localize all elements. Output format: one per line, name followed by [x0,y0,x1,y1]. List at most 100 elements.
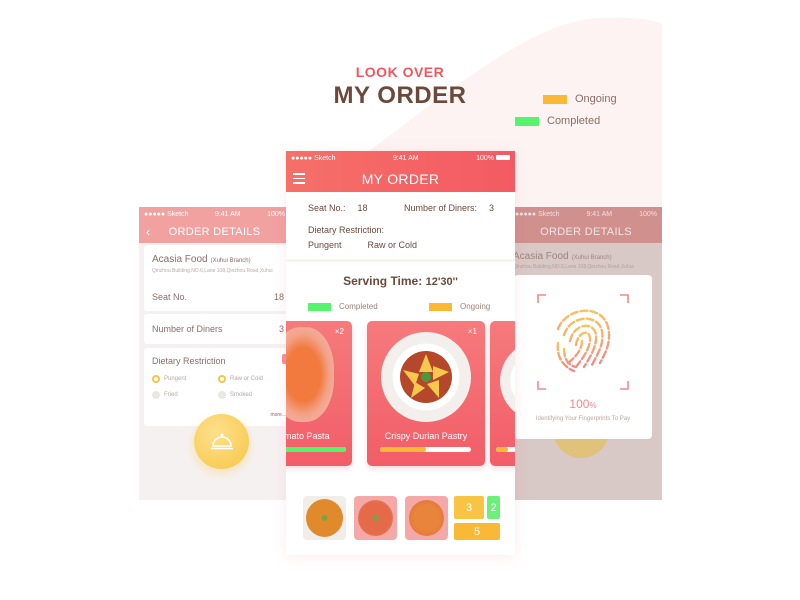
dish-thumbnail[interactable] [303,496,346,540]
dish-image [286,327,334,422]
option-pungent[interactable]: Pungent [152,375,218,383]
battery-indicator: 100% [476,155,510,162]
clock-label: 9:41 AM [586,210,613,218]
seat-label: Seat No.: [308,203,346,213]
order-details-screen: ●●●●● Sketch 9:41 AM 100% ‹ ORDER DETAIL… [139,207,290,500]
legend-completed: Completed [308,302,378,311]
legend-ongoing: Ongoing [429,302,490,311]
restaurant-branch: (Xuhui Branch) [571,255,612,261]
seat-label: Seat No. [152,292,188,302]
option-smoked[interactable]: Smoked [218,391,284,399]
completed-swatch [515,116,539,126]
radio-selected-icon [152,375,160,383]
diners-value: 3 [489,203,495,213]
summary-tile-completed[interactable]: 2 [487,496,500,519]
radio-empty-icon [218,391,226,399]
dish-card-crispy-durian-pastry[interactable]: ×1 Crispy Durian Pastry [367,321,485,466]
option-label: Fried [164,392,178,398]
serving-time-value: 12'30'' [425,276,458,288]
legend-label: Ongoing [460,302,491,311]
legend-completed-label: Completed [547,115,601,127]
seat-row: Seat No. 18 [144,283,290,311]
payment-screen: ●●●●● Sketch 9:41 AM 100% ORDER DETAILS … [510,207,662,500]
dish-progress [286,447,346,452]
option-label: Smoked [230,392,253,398]
diners-label: Number of Diners: [404,203,478,213]
cloche-icon [210,433,233,449]
dietary-label: Dietary Restriction [152,356,226,366]
clock-label: 9:41 AM [214,210,241,218]
ongoing-swatch [429,302,452,311]
dish-image [500,341,515,421]
seat-value: 18 [357,203,368,213]
battery-label: 100% [639,210,657,218]
status-bar: ●●●●● Sketch 9:41 AM 100% [286,151,515,165]
dish-name: Crispy Durian Pastry [384,431,468,441]
restaurant-address: Qinzhou Building,NO.6,Lane 108,Qinzhou R… [152,268,273,274]
radio-selected-icon [218,375,226,383]
dish-progress-fill [380,447,426,452]
dish-card-next[interactable] [490,321,515,466]
summary-tile-total-ongoing[interactable]: 3 [454,496,484,519]
option-raw-or-cold[interactable]: Raw or Cold [218,375,284,383]
fingerprint-icon[interactable] [536,293,630,393]
call-waiter-button[interactable] [194,414,249,469]
battery-label: 100% [267,210,285,218]
nav-title: MY ORDER [361,170,440,187]
summary-tile-total[interactable]: 5 [454,523,500,540]
dish-thumbnail[interactable] [405,496,448,540]
restaurant-name: Acasia Food [513,251,569,262]
order-summary-tiles: 3 2 5 [454,496,500,540]
dish-progress-fill [496,447,508,452]
dietary-value: Pungent [308,240,342,250]
hero-subtitle: LOOK OVER [355,64,445,80]
dish-name: mato Pasta [286,431,330,441]
diners-row: Number of Diners 3 [144,314,290,344]
carrier-label: ●●●●● Sketch [291,154,336,162]
diners-label: Number of Diners [152,324,223,334]
dish-card-tomato-pasta[interactable]: ×2 mato Pasta [286,321,352,466]
dish-progress [496,447,515,452]
legend-label: Completed [339,302,378,311]
fingerprint-message: Identifying Your Fingerprints To Pay [535,416,631,422]
carrier-label: ●●●●● Sketch [515,210,560,218]
legend-ongoing-label: Ongoing [575,93,617,105]
dish-image [381,332,471,422]
status-bar: ●●●●● Sketch 9:41 AM 100% [139,207,290,221]
legend-ongoing: Ongoing [543,93,617,105]
dish-thumbnail[interactable] [354,496,397,540]
more-link[interactable]: more... [270,412,286,418]
nav-bar: ‹ ORDER DETAILS [139,221,290,243]
hero-heading: LOOK OVER MY ORDER [300,64,500,110]
showcase-canvas: LOOK OVER MY ORDER Ongoing Completed ●●●… [0,0,800,600]
fingerprint-percent: 100% [569,397,597,411]
completed-swatch [308,302,331,311]
diners-value: 3 [278,324,284,334]
radio-empty-icon [152,391,160,399]
serving-label: Serving Time: [343,274,423,288]
dish-qty: ×2 [334,327,344,336]
status-bar: ●●●●● Sketch 9:41 AM 100% [510,207,662,221]
nav-title: ORDER DETAILS [168,226,261,238]
option-label: Raw or Cold [230,376,264,382]
ongoing-swatch [543,94,567,104]
serving-time: Serving Time: 12'30'' [286,274,515,288]
my-order-screen: ●●●●● Sketch 9:41 AM 100% MY ORDER Seat … [286,151,515,555]
ordered-dish-thumbnails [303,496,448,540]
menu-icon[interactable] [286,173,310,184]
dietary-label: Dietary Restriction: [308,225,385,235]
battery-icon [496,155,510,161]
legend-completed: Completed [515,115,600,127]
back-icon[interactable]: ‹ [139,225,157,239]
dish-progress-fill [286,447,346,452]
carrier-label: ●●●●● Sketch [144,210,189,218]
restaurant-address: Qinzhou Building,NO.6,Lane 108,Qinzhou R… [513,264,634,270]
hero-title: MY ORDER [333,82,467,109]
dish-qty: ×1 [467,327,477,336]
clock-label: 9:41 AM [392,154,419,162]
fingerprint-dialog: 100% Identifying Your Fingerprints To Pa… [514,275,652,439]
dietary-value: Raw or Cold [367,240,418,250]
nav-bar: MY ORDER [286,165,515,192]
option-label: Pungent [164,376,187,382]
option-fried[interactable]: Fried [152,391,218,399]
